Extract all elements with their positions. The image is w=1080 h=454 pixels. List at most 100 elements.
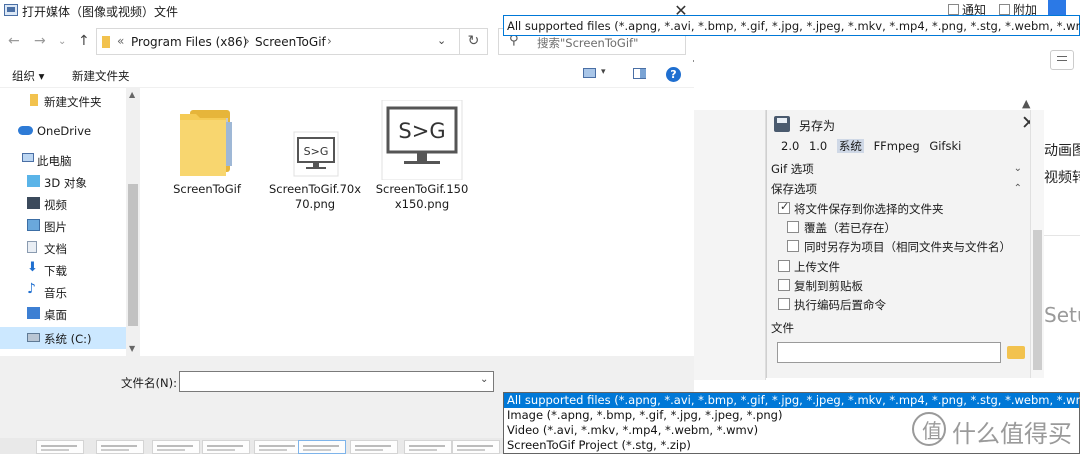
chevron-up-icon[interactable]: ⌃: [1014, 183, 1022, 194]
comment-icon[interactable]: [1050, 50, 1074, 70]
option-checkbox-upload[interactable]: [778, 260, 790, 272]
history-dropdown-icon[interactable]: ⌄: [437, 34, 446, 47]
chevron-right-icon[interactable]: ›: [327, 34, 332, 48]
sidebar-item-label: 桌面: [44, 308, 67, 322]
tab-system[interactable]: 系统: [836, 139, 864, 153]
sidebar-scroll-thumb[interactable]: [128, 184, 138, 326]
file-item-image[interactable]: S>G ScreenToGif.150x150.png: [374, 100, 470, 212]
sidebar-item-music[interactable]: ♪ 音乐: [0, 281, 126, 303]
file-name: ScreenToGif.70x70.png: [268, 182, 362, 211]
breadcrumb-screentogif[interactable]: ScreenToGif: [255, 35, 326, 49]
frame-thumbnail[interactable]: [96, 440, 144, 454]
option-checkbox-overwrite[interactable]: [787, 221, 799, 233]
frame-thumbnail[interactable]: [202, 440, 250, 454]
preview-pane-icon[interactable]: [633, 68, 646, 79]
notify-checkbox[interactable]: [948, 4, 959, 15]
filetype-option-all[interactable]: All supported files (*.apng, *.avi, *.bm…: [504, 393, 1080, 408]
frame-thumbnail[interactable]: [404, 440, 452, 454]
frame-thumbnail[interactable]: [152, 440, 200, 454]
frame-thumbnail[interactable]: [452, 440, 500, 454]
section-save-options[interactable]: 保存选项: [771, 181, 817, 197]
filename-input[interactable]: ⌄: [179, 371, 494, 392]
tab-gifski[interactable]: Gifski: [929, 139, 961, 153]
folder-icon: [102, 36, 110, 48]
scroll-up-icon[interactable]: ▲: [129, 90, 135, 99]
forward-icon[interactable]: →: [34, 33, 46, 49]
refresh-icon[interactable]: ↻: [460, 28, 488, 55]
sidebar-item-label: OneDrive: [37, 124, 92, 138]
folder-icon[interactable]: [1007, 346, 1025, 359]
cloud-icon: [18, 126, 33, 135]
breadcrumb-program-files[interactable]: Program Files (x86): [131, 35, 247, 49]
file-item-folder[interactable]: ScreenToGif: [159, 100, 255, 197]
save-as-scrollbar[interactable]: [1030, 110, 1044, 378]
option-label-clipboard: 复制到剪贴板: [794, 279, 863, 293]
open-file-dialog: 打开媒体（图像或视频）文件 ✕ ← → ⌄ ↑ « Program Files …: [0, 0, 694, 454]
save-as-panel: 另存为 ✕ 2.0 1.0 系统 FFmpeg Gifski Gif 选项 ⌄ …: [766, 110, 1037, 378]
sidebar-item-downloads[interactable]: ⬇ 下载: [0, 259, 126, 281]
navigation-pane: 新建文件夹 OneDrive 此电脑 3D 对象 视频 图片 文档 ⬇ 下载 ♪…: [0, 88, 140, 356]
frame-thumbnail[interactable]: [254, 440, 302, 454]
chevron-down-icon[interactable]: ⌄: [1014, 163, 1022, 174]
music-icon: ♪: [27, 281, 36, 297]
sidebar-item-system-c[interactable]: 系统 (C:): [0, 327, 126, 349]
chevron-up-icon[interactable]: ▲: [1022, 97, 1030, 110]
partial-text-3: Setu: [1044, 303, 1080, 327]
sidebar-item-documents[interactable]: 文档: [0, 237, 126, 259]
sidebar-item-3d-objects[interactable]: 3D 对象: [0, 171, 126, 193]
save-as-title: 另存为: [799, 119, 836, 133]
tab-2-0[interactable]: 2.0: [781, 139, 799, 153]
desktop-icon: [27, 307, 40, 319]
document-icon: [27, 241, 37, 253]
chevron-down-icon[interactable]: ⌄: [58, 36, 66, 47]
frame-thumbnails-strip: [0, 438, 503, 454]
tab-ffmpeg[interactable]: FFmpeg: [874, 139, 920, 153]
sidebar-item-new-folder[interactable]: 新建文件夹: [0, 90, 126, 112]
option-label-post-command: 执行编码后置命令: [794, 298, 886, 312]
help-icon[interactable]: ?: [666, 67, 681, 82]
sidebar-item-label: 系统 (C:): [44, 332, 92, 346]
address-bar[interactable]: « Program Files (x86) › ScreenToGif › ⌄: [96, 28, 460, 55]
filetype-select[interactable]: All supported files (*.apng, *.avi, *.bm…: [503, 15, 1080, 36]
sidebar-item-desktop[interactable]: 桌面: [0, 303, 126, 325]
option-checkbox-save-folder[interactable]: [778, 200, 790, 214]
organize-button[interactable]: 组织 ▾: [12, 68, 44, 84]
chevron-right-icon[interactable]: ›: [245, 34, 250, 48]
sidebar-item-label: 文档: [44, 242, 67, 256]
new-folder-button[interactable]: 新建文件夹: [72, 68, 130, 84]
save-file-input[interactable]: [777, 342, 1001, 363]
option-checkbox-clipboard[interactable]: [778, 279, 790, 291]
sidebar-item-pictures[interactable]: 图片: [0, 215, 126, 237]
option-checkbox-post-command[interactable]: [778, 298, 790, 310]
computer-icon: [22, 153, 34, 162]
folder-icon: [180, 110, 232, 176]
frame-thumbnail[interactable]: [298, 440, 346, 454]
tab-1-0[interactable]: 1.0: [809, 139, 827, 153]
chevron-down-icon[interactable]: ⌄: [480, 374, 488, 385]
file-section-label: 文件: [771, 321, 794, 335]
option-checkbox-save-project[interactable]: [787, 240, 799, 252]
sidebar-item-label: 音乐: [44, 286, 67, 300]
sidebar-item-onedrive[interactable]: OneDrive: [0, 120, 126, 142]
frame-thumbnail[interactable]: [350, 440, 398, 454]
scroll-down-icon[interactable]: ▼: [129, 344, 135, 353]
view-options-icon[interactable]: [583, 68, 596, 78]
image-thumbnail-icon: S>G: [293, 131, 339, 177]
section-gif-options[interactable]: Gif 选项: [771, 161, 814, 177]
app-icon: [4, 4, 18, 16]
chevron-down-icon[interactable]: ▾: [601, 67, 606, 77]
sidebar-item-this-pc[interactable]: 此电脑: [0, 149, 126, 171]
sidebar-item-label: 新建文件夹: [44, 95, 102, 109]
back-icon[interactable]: ←: [8, 33, 20, 49]
attach-checkbox[interactable]: [999, 4, 1010, 15]
option-label-save-folder: 将文件保存到你选择的文件夹: [794, 202, 944, 216]
sidebar-item-videos[interactable]: 视频: [0, 193, 126, 215]
up-icon[interactable]: ↑: [78, 33, 90, 49]
option-label-upload: 上传文件: [794, 260, 840, 274]
overflow-chevron[interactable]: «: [117, 34, 124, 48]
download-icon: ⬇: [27, 260, 38, 275]
file-item-image[interactable]: S>G ScreenToGif.70x70.png: [267, 100, 363, 212]
frame-thumbnail[interactable]: [36, 440, 84, 454]
sidebar-item-label: 此电脑: [37, 154, 72, 168]
toolbar: 组织 ▾ 新建文件夹 ▾ ?: [0, 62, 694, 88]
